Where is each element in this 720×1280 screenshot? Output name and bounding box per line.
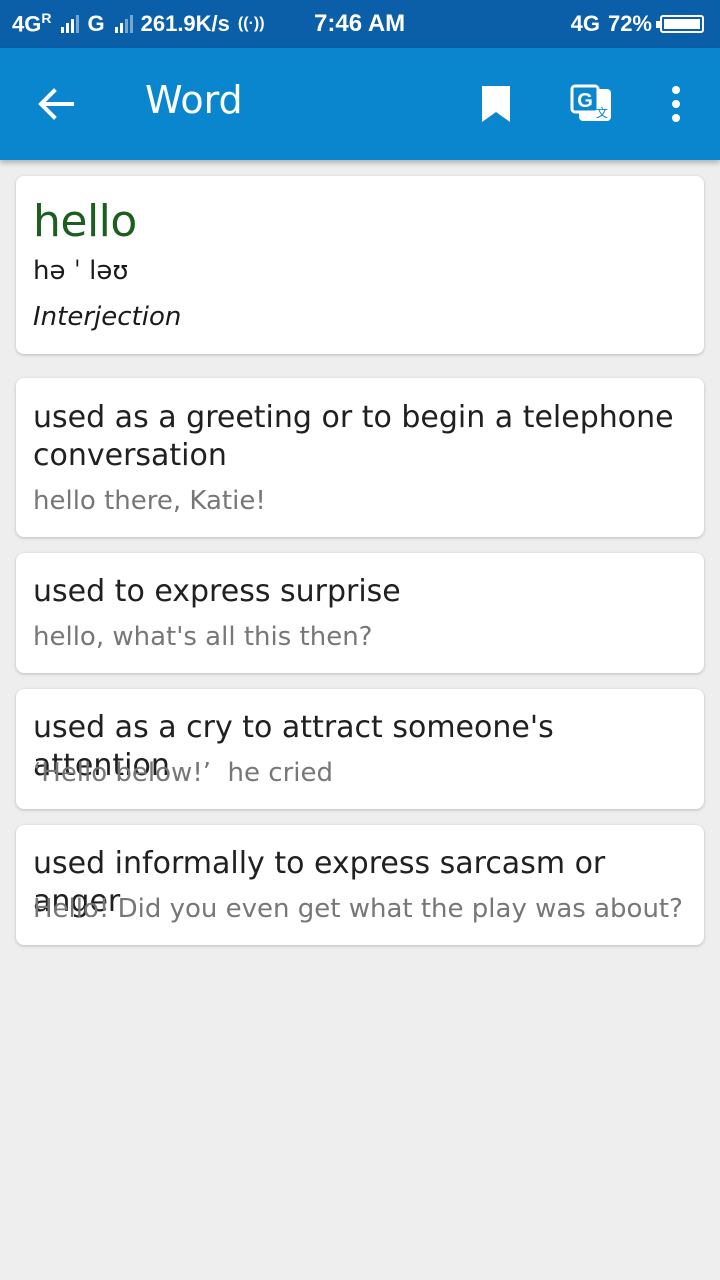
definition-text: used as a greeting or to begin a telepho… [33,400,674,473]
word-entry-card: hello hə ˈ ləʊ Interjection [16,176,704,354]
network-label-2: G [87,11,105,36]
bookmark-button[interactable] [476,82,516,126]
network-label-3: 4G [570,11,600,36]
status-bar: 4GR G 261.9K/s ((·)) 7:46 AM 4G 72% [0,0,720,48]
example-text: Hello! Did you even get what the play wa… [33,894,683,924]
hotspot-icon: ((·)) [237,15,265,32]
back-arrow-icon [38,88,74,120]
network-speed: 261.9K/s [140,11,230,36]
network-label-1: 4GR [12,10,52,37]
more-vert-icon [672,86,680,122]
translate-button[interactable]: G 文 [568,82,614,126]
part-of-speech: Interjection [33,302,182,332]
pronunciation: hə ˈ ləʊ [33,256,129,286]
battery-percent: 72% [607,11,652,36]
status-right: 4G 72% [571,0,704,48]
example-text: hello there, Katie! [33,486,266,516]
example-text: hello, what's all this then? [33,622,373,652]
page-title: Word [145,78,243,122]
more-options-button[interactable] [664,82,688,126]
status-time: 7:46 AM [314,10,406,37]
translate-icon: G 文 [570,84,611,121]
definition-text: used to express surprise [33,574,401,609]
bookmark-icon [482,86,510,122]
definition-card: used informally to express sarcasm or an… [16,825,704,945]
definition-card: used as a cry to attract someone's atten… [16,689,704,809]
roaming-indicator: R [41,10,52,27]
status-left: 4GR G 261.9K/s ((·)) [12,0,265,48]
svg-text:G: G [577,90,593,112]
app-bar: Word G 文 [0,48,720,160]
battery-icon [656,15,704,33]
definition-card: used to express surprise hello, what's a… [16,553,704,673]
example-text: ‘Hello below!’ he cried [33,758,333,788]
signal-bars-icon [61,15,80,33]
headword: hello [33,196,137,247]
svg-text:文: 文 [596,105,608,120]
definition-card: used as a greeting or to begin a telepho… [16,378,704,537]
back-button[interactable] [36,84,76,124]
signal-bars-2-icon [114,15,133,33]
